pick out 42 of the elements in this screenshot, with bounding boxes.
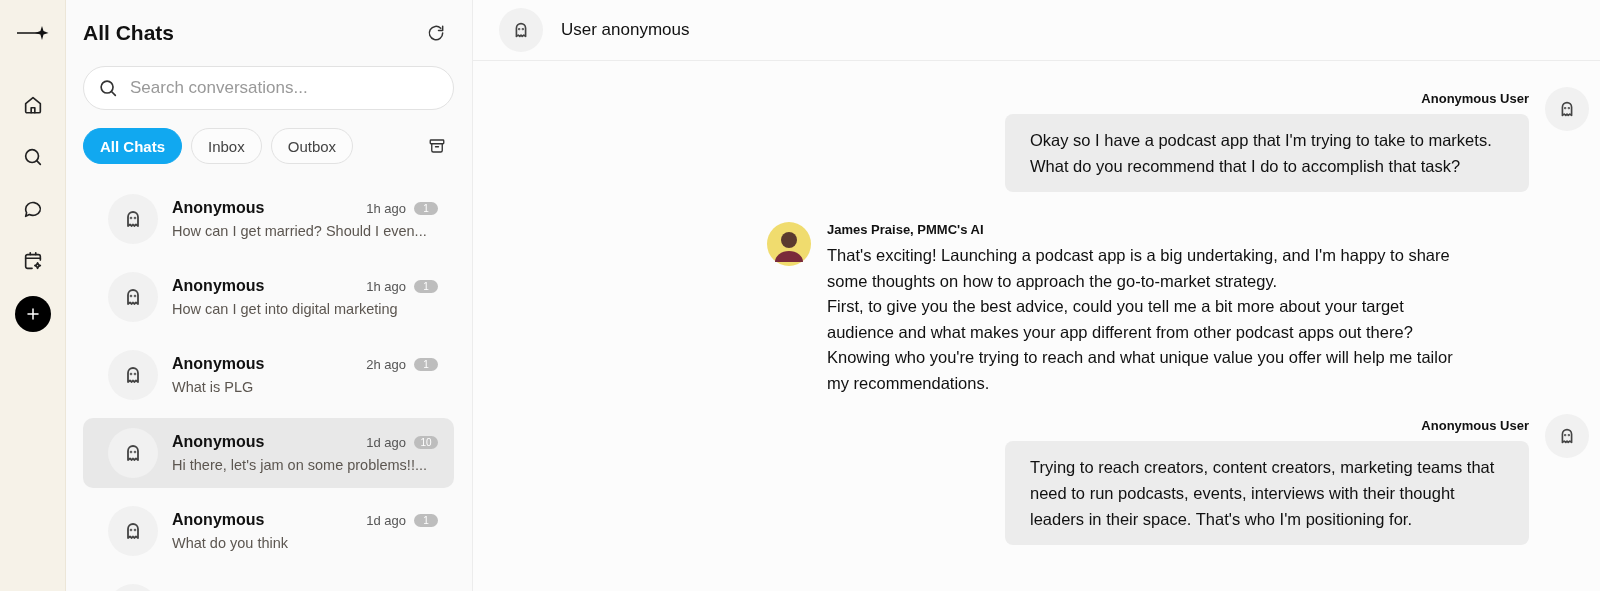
unread-badge: 10 [414, 435, 438, 449]
contact-name: Anonymous [172, 355, 266, 373]
timestamp: 1h ago [366, 200, 406, 216]
message-text: Okay so I have a podcast app that I'm trying to take to markets. What do you recommend that I do to accomplish that task? [1030, 130, 1493, 177]
timestamp: 1d ago [366, 512, 406, 528]
timestamp: 1d ago [366, 434, 406, 450]
person-silhouette-icon [767, 222, 811, 266]
unread-badge: 1 [414, 513, 438, 527]
conversation-item[interactable]: Anonymous 1h ago 1 How can I get into digital marketing [83, 262, 454, 332]
unread-badge: 1 [414, 357, 438, 371]
conversation-item[interactable]: Anonymous 2h ago 1 What is PLG [83, 340, 454, 410]
contact-name: Anonymous [172, 277, 266, 295]
message-preview: How can I get married? Should I even... [172, 223, 428, 239]
plus-button[interactable] [14, 296, 51, 332]
message-preview: What do you think [172, 535, 290, 551]
message-text: That's exciting! Launching a podcast app is a big undertaking, and I'm happy to share some thoughts on how to approach the go-to-market strategy. [827, 245, 1451, 292]
contact-name: Anonymous [172, 199, 266, 217]
conversation-item[interactable]: Anonymous 1d ago 10 Hi there, let's jam on some problems!!... [83, 418, 454, 488]
unread-badge: 1 [414, 201, 438, 215]
author-name: Anonymous User [1421, 91, 1529, 106]
message-preview: Hi there, let's jam on some problems!!... [172, 457, 428, 473]
timestamp: 1h ago [366, 278, 406, 294]
message-text: Trying to reach creators, content creators, marketing teams that need to run podcasts, events, interviews with their thought leaders in their space. That's who I'm positioning for. [1030, 457, 1496, 530]
timestamp: 2h ago [366, 356, 406, 372]
search-field[interactable]: Search conversations... [83, 66, 454, 110]
conversation-item[interactable]: Anonymous 1d ago 1 What do you think [83, 496, 454, 566]
contact-name: Anonymous [172, 511, 266, 529]
refresh-icon [426, 23, 446, 43]
unread-badge: 1 [414, 279, 438, 293]
author-name: Anonymous User [1421, 418, 1529, 433]
panel-title: All Chats [83, 21, 174, 45]
logo-icon [15, 25, 50, 41]
archive-icon [428, 137, 446, 155]
message-preview: How can I get into digital marketing [172, 301, 399, 317]
conversation-item[interactable]: Anonymous 1h ago 1 How can I get married? Should I even... [83, 184, 454, 254]
filter-tab[interactable]: Outbox [270, 128, 354, 164]
contact-name: Anonymous [172, 433, 266, 451]
chat-title: User anonymous [561, 20, 690, 40]
author-name: James Praise, PMMC's AI [827, 222, 985, 237]
message-preview: What is PLG [172, 379, 255, 395]
filter-tab[interactable]: Inbox [191, 128, 262, 164]
message-text: First, to give you the best advice, could you tell me a bit more about your target audience and what makes your app different from other podcast apps out there? Knowing who you're trying to reach and what unique value you offer will help me tailor my recommendations. [827, 296, 1454, 394]
